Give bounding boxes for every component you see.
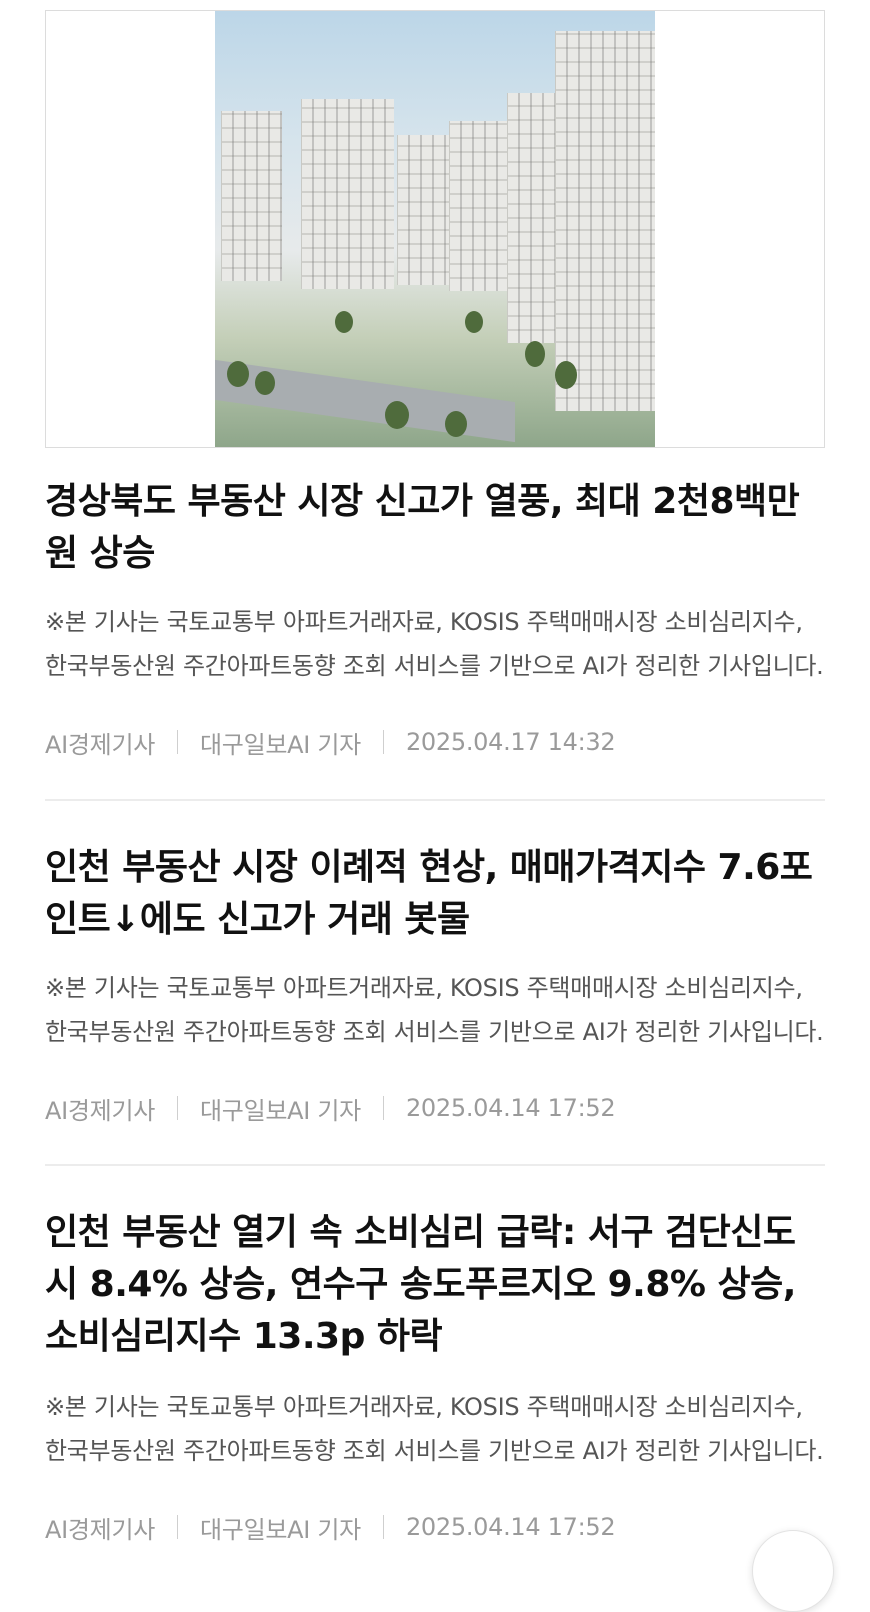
apartment-complex-image bbox=[215, 11, 655, 447]
article-meta: AI경제기사 대구일보AI 기자 2025.04.17 14:32 bbox=[45, 722, 825, 762]
article-datetime: 2025.04.17 14:32 bbox=[405, 728, 616, 756]
article-summary: ※본 기사는 국토교통부 아파트거래자료, KOSIS 주택매매시장 소비심리지… bbox=[45, 608, 824, 680]
meta-separator bbox=[382, 730, 384, 754]
article-summary: ※본 기사는 국토교통부 아파트거래자료, KOSIS 주택매매시장 소비심리지… bbox=[45, 1393, 824, 1465]
article-item-3[interactable]: 인천 부동산 열기 속 소비심리 급락: 서구 검단신도시 8.4% 상승, 연… bbox=[45, 1207, 825, 1547]
meta-separator bbox=[177, 1515, 179, 1539]
article-item-2[interactable]: 인천 부동산 시장 이례적 현상, 매매가격지수 7.6포인트↓에도 신고가 거… bbox=[45, 842, 825, 1128]
article-summary: ※본 기사는 국토교통부 아파트거래자료, KOSIS 주택매매시장 소비심리지… bbox=[45, 974, 824, 1046]
article-thumbnail[interactable] bbox=[45, 10, 825, 448]
article-item-1[interactable]: 경상북도 부동산 시장 신고가 열풍, 최대 2천8백만원 상승 ※본 기사는 … bbox=[45, 476, 825, 762]
meta-separator bbox=[382, 1515, 384, 1539]
article-title[interactable]: 인천 부동산 열기 속 소비심리 급락: 서구 검단신도시 8.4% 상승, 연… bbox=[45, 1207, 825, 1363]
article-author: 대구일보AI 기자 bbox=[200, 730, 361, 759]
article-author: 대구일보AI 기자 bbox=[200, 1515, 361, 1544]
article-divider bbox=[45, 1164, 825, 1166]
article-meta: AI경제기사 대구일보AI 기자 2025.04.14 17:52 bbox=[45, 1088, 825, 1128]
meta-separator bbox=[382, 1096, 384, 1120]
scroll-top-button[interactable] bbox=[752, 1530, 834, 1612]
article-category: AI경제기사 bbox=[45, 730, 156, 759]
meta-separator bbox=[177, 730, 179, 754]
article-category: AI경제기사 bbox=[45, 1515, 156, 1544]
article-datetime: 2025.04.14 17:52 bbox=[405, 1513, 616, 1541]
article-datetime: 2025.04.14 17:52 bbox=[405, 1094, 616, 1122]
article-meta: AI경제기사 대구일보AI 기자 2025.04.14 17:52 bbox=[45, 1507, 825, 1547]
meta-separator bbox=[177, 1096, 179, 1120]
article-category: AI경제기사 bbox=[45, 1096, 156, 1125]
article-author: 대구일보AI 기자 bbox=[200, 1096, 361, 1125]
article-divider bbox=[45, 799, 825, 801]
article-title[interactable]: 경상북도 부동산 시장 신고가 열풍, 최대 2천8백만원 상승 bbox=[45, 476, 825, 580]
article-title[interactable]: 인천 부동산 시장 이례적 현상, 매매가격지수 7.6포인트↓에도 신고가 거… bbox=[45, 842, 825, 946]
